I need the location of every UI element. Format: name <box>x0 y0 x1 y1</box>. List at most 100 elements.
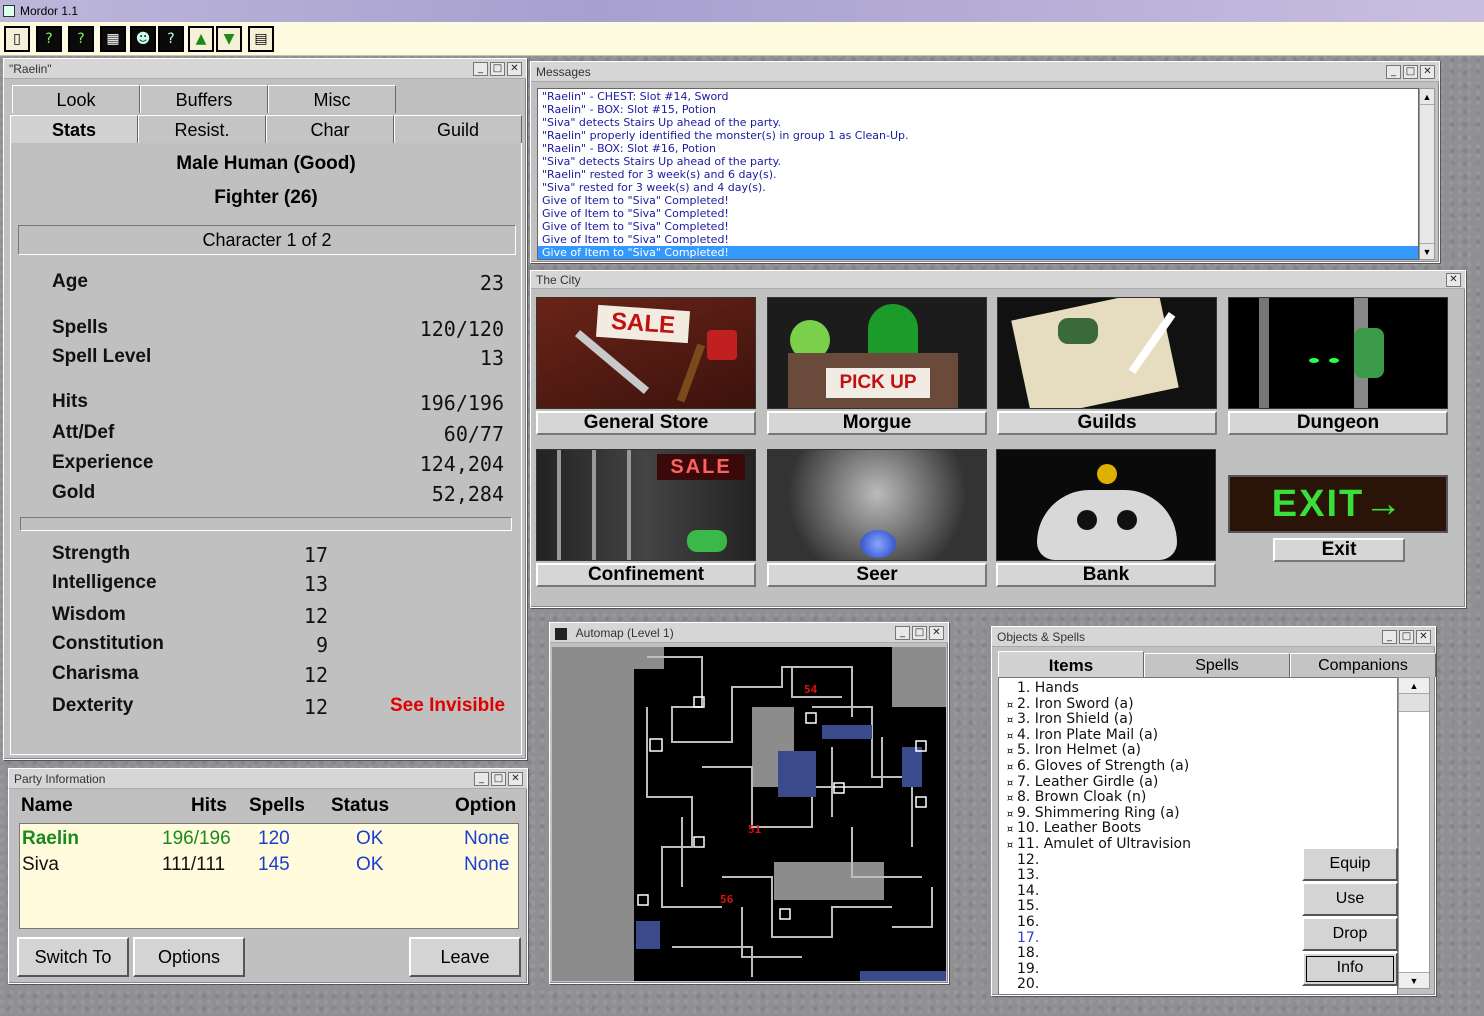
options-button[interactable]: Options <box>133 937 245 977</box>
item-row[interactable]: ¤ 8. Brown Cloak (n) <box>1003 789 1397 806</box>
automap-window: Automap (Level 1) _ □ ✕ 54 51 56 <box>549 622 949 984</box>
tab-misc[interactable]: Misc <box>268 85 396 113</box>
close-icon[interactable]: ✕ <box>929 626 944 640</box>
minimize-icon[interactable]: _ <box>474 772 489 786</box>
map-grid-icon[interactable]: ▦ <box>100 26 126 52</box>
tab-look[interactable]: Look <box>12 85 140 113</box>
minimize-icon[interactable]: _ <box>1382 630 1397 644</box>
item-label: 10. Leather Boots <box>1017 820 1142 837</box>
close-icon[interactable]: ✕ <box>1420 65 1435 79</box>
messages-scrollbar[interactable]: ▲ ▼ <box>1419 88 1435 260</box>
stat-value-age: 23 <box>479 271 504 295</box>
seer-button[interactable]: Seer <box>767 563 987 587</box>
scroll-thumb[interactable] <box>1399 694 1429 712</box>
tab-items[interactable]: Items <box>998 651 1144 679</box>
book-icon[interactable]: ▯ <box>4 26 30 52</box>
stat-label-age: Age <box>52 271 88 292</box>
equipped-marker-icon: ¤ <box>1006 746 1014 758</box>
item-label: 8. Brown Cloak (n) <box>1017 789 1147 806</box>
descend-icon[interactable]: ▼ <box>216 26 242 52</box>
item-row[interactable]: ¤ 4. Iron Plate Mail (a) <box>1003 727 1397 744</box>
equipped-marker-icon: ¤ <box>1006 793 1014 805</box>
leave-button[interactable]: Leave <box>409 937 521 977</box>
confinement-button[interactable]: Confinement <box>536 563 756 587</box>
help-alt-icon[interactable]: ? <box>68 26 94 52</box>
window-icon[interactable]: ▤ <box>248 26 274 52</box>
maximize-icon[interactable]: □ <box>491 772 506 786</box>
city-window: The City ✕ SALE General Store PICK UP Mo… <box>530 270 1466 608</box>
tab-stats[interactable]: Stats <box>10 115 138 143</box>
morgue-button[interactable]: Morgue <box>767 411 987 435</box>
close-icon[interactable]: ✕ <box>1416 630 1431 644</box>
member-name: Raelin <box>22 828 80 849</box>
item-row[interactable]: ¤ 7. Leather Girdle (a) <box>1003 774 1397 791</box>
item-row[interactable]: ¤ 10. Leather Boots <box>1003 821 1397 837</box>
general-store-button[interactable]: General Store <box>536 411 756 435</box>
messages-window-title: Messages <box>536 65 591 79</box>
message-line: "Siva" detects Stairs Up ahead of the pa… <box>542 155 782 168</box>
help-icon[interactable]: ? <box>36 26 62 52</box>
gold-coin-icon <box>1097 464 1117 484</box>
city-general-store[interactable]: SALE General Store <box>536 297 756 435</box>
scroll-up-icon[interactable]: ▲ <box>1399 678 1429 694</box>
tab-guild[interactable]: Guild <box>394 115 522 143</box>
item-label: 16. <box>1017 913 1040 930</box>
maximize-icon[interactable]: □ <box>490 62 505 76</box>
stat-label-spells: Spells <box>52 317 108 338</box>
exit-button[interactable]: Exit <box>1273 538 1405 562</box>
scroll-down-icon[interactable]: ▼ <box>1399 972 1429 988</box>
item-row[interactable]: ¤ 2. Iron Sword (a) <box>1003 696 1397 713</box>
ascend-icon[interactable]: ▲ <box>188 26 214 52</box>
item-label: 5. Iron Helmet (a) <box>1017 742 1141 759</box>
info-button[interactable]: Info <box>1302 952 1398 986</box>
city-bank[interactable]: Bank <box>996 449 1216 587</box>
equipped-marker-icon: ¤ <box>1006 808 1014 820</box>
bank-button[interactable]: Bank <box>996 563 1216 587</box>
items-scrollbar[interactable]: ▲ ▼ <box>1398 677 1430 989</box>
close-icon[interactable]: ✕ <box>1446 273 1461 287</box>
item-row[interactable]: ¤ 9. Shimmering Ring (a) <box>1003 805 1397 822</box>
tab-companions[interactable]: Companions <box>1290 653 1436 677</box>
scroll-up-icon[interactable]: ▲ <box>1420 89 1434 105</box>
attr-value-strength: 17 <box>303 543 328 567</box>
close-icon[interactable]: ✕ <box>508 772 523 786</box>
stat-value-spells: 120/120 <box>419 317 504 341</box>
close-icon[interactable]: ✕ <box>507 62 522 76</box>
city-guilds[interactable]: Guilds <box>997 297 1217 435</box>
minimize-icon[interactable]: _ <box>473 62 488 76</box>
tab-buffers[interactable]: Buffers <box>140 85 268 113</box>
minimize-icon[interactable]: _ <box>1386 65 1401 79</box>
dungeon-button[interactable]: Dungeon <box>1228 411 1448 435</box>
item-row[interactable]: ¤ 3. Iron Shield (a) <box>1003 711 1397 728</box>
guilds-button[interactable]: Guilds <box>997 411 1217 435</box>
maximize-icon[interactable]: □ <box>1403 65 1418 79</box>
item-row[interactable]: ¤ 5. Iron Helmet (a) <box>1003 743 1397 759</box>
item-row[interactable]: ¤ 6. Gloves of Strength (a) <box>1003 758 1397 775</box>
tab-char[interactable]: Char <box>266 115 394 143</box>
switch-to-button[interactable]: Switch To <box>17 937 129 977</box>
scroll-down-icon[interactable]: ▼ <box>1420 243 1434 259</box>
city-seer[interactable]: Seer <box>767 449 987 587</box>
maximize-icon[interactable]: □ <box>912 626 927 640</box>
minimize-icon[interactable]: _ <box>895 626 910 640</box>
tab-spells[interactable]: Spells <box>1144 653 1290 677</box>
character-window-titlebar: "Raelin" _ □ ✕ <box>4 59 526 79</box>
party-row-siva[interactable]: Siva 111/111 145 OK None <box>20 854 520 878</box>
drop-button[interactable]: Drop <box>1302 917 1398 951</box>
objects-window-title: Objects & Spells <box>997 630 1086 644</box>
party-icon[interactable]: ☻ <box>130 26 156 52</box>
party-row-raelin[interactable]: Raelin 196/196 120 OK None <box>20 828 520 852</box>
city-confinement[interactable]: SALE Confinement <box>536 449 756 587</box>
search-help-icon[interactable]: ? <box>158 26 184 52</box>
item-row[interactable]: 1. Hands <box>1003 680 1397 697</box>
city-dungeon[interactable]: Dungeon <box>1228 297 1448 435</box>
tab-resist[interactable]: Resist. <box>138 115 266 143</box>
use-button[interactable]: Use <box>1302 882 1398 916</box>
city-morgue[interactable]: PICK UP Morgue <box>767 297 987 435</box>
automap-canvas[interactable]: 54 51 56 <box>552 647 946 981</box>
equip-button[interactable]: Equip <box>1302 847 1398 881</box>
maximize-icon[interactable]: □ <box>1399 630 1414 644</box>
party-list[interactable]: Raelin 196/196 120 OK None Siva 111/111 … <box>19 823 519 929</box>
message-log[interactable]: "Raelin" - CHEST: Slot #14, Sword "Raeli… <box>537 88 1419 260</box>
map-marker: 54 <box>804 683 818 696</box>
